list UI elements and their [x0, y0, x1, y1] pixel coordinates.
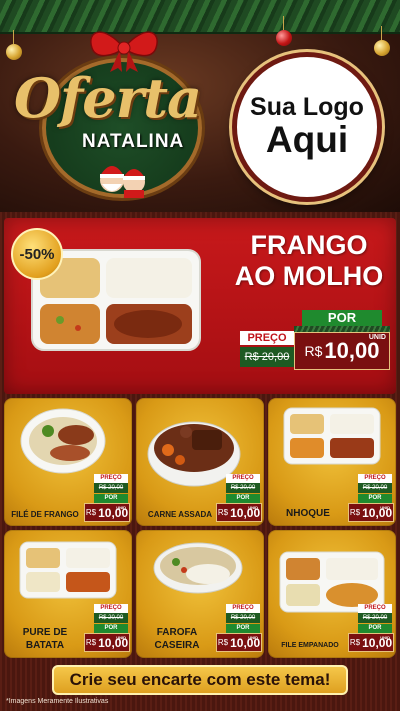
- dish-image: [20, 408, 106, 474]
- dish-image: [283, 407, 381, 465]
- product-name: PURE DE BATATA: [10, 626, 80, 652]
- header-banner: Oferta NATALINA Sua Logo Aqui: [0, 0, 400, 212]
- logo-text-line1: Sua Logo: [250, 92, 364, 121]
- por-label: POR: [94, 494, 128, 503]
- currency-symbol: R$: [349, 638, 361, 647]
- pine-garland: [0, 0, 400, 34]
- oferta-title: Oferta: [14, 66, 202, 130]
- unit-label: UNID: [248, 505, 258, 510]
- product-name: FILE EMPANADO: [281, 642, 339, 649]
- old-price: R$ 20,00: [94, 483, 128, 493]
- new-price: R$ 10,00 UNID: [216, 503, 262, 522]
- unit-label: UNID: [368, 334, 386, 341]
- discount-badge: -50%: [11, 228, 63, 280]
- unit-label: UNID: [116, 505, 126, 510]
- por-label: POR: [94, 624, 128, 633]
- featured-title-line2: AO MOLHO: [234, 261, 384, 291]
- old-price: R$ 20,00: [358, 483, 392, 493]
- old-price: R$ 20,00: [226, 483, 260, 493]
- product-name: FAROFA CASEIRA: [142, 626, 212, 652]
- red-bow-icon: [90, 31, 158, 72]
- preco-label: PREÇO: [358, 474, 392, 483]
- currency-symbol: R$: [85, 508, 97, 517]
- por-label: POR: [302, 310, 382, 326]
- ornament-icon: [276, 16, 292, 46]
- product-name: CARNE ASSADA: [147, 510, 213, 519]
- por-label: POR: [358, 494, 392, 503]
- currency-symbol: R$: [304, 343, 323, 359]
- ornament-icon: [6, 30, 22, 60]
- price-value: 10,00: [324, 338, 380, 363]
- new-price: R$ 10,00 UNID: [348, 503, 394, 522]
- product-name: NHOQUE: [286, 508, 330, 519]
- old-price: R$ 20,00: [240, 347, 294, 367]
- product-name-line2: BATATA: [25, 640, 65, 651]
- currency-symbol: R$: [349, 508, 361, 517]
- unit-label: UNID: [116, 635, 126, 640]
- unit-label: UNID: [248, 635, 258, 640]
- new-price: R$ 10,00 UNID: [216, 633, 262, 652]
- product-name: FILÉ DE FRANGO: [11, 510, 79, 519]
- unit-label: UNID: [380, 635, 390, 640]
- new-price: R$ 10,00 UNID: [84, 633, 130, 652]
- product-name-line1: PURE DE: [22, 627, 68, 638]
- old-price: R$ 20,00: [358, 613, 392, 623]
- preco-label: PREÇO: [94, 474, 128, 483]
- santa-couple-icon: [100, 166, 145, 198]
- new-price: R$ 10,00 UNID: [294, 332, 390, 370]
- preco-label: PREÇO: [226, 604, 260, 613]
- featured-title: FRANGO AO MOLHO: [234, 230, 384, 292]
- new-price: R$ 10,00 UNID: [84, 503, 130, 522]
- logo-text-line2: Aqui: [265, 119, 349, 161]
- ornament-icon: [374, 26, 390, 56]
- old-price: R$ 20,00: [94, 613, 128, 623]
- cta-button[interactable]: Crie seu encarte com este tema!: [52, 665, 348, 695]
- dish-image: [19, 541, 117, 599]
- product-name-line2: CASEIRA: [154, 640, 200, 651]
- preco-label: PREÇO: [94, 604, 128, 613]
- preco-label: PREÇO: [358, 604, 392, 613]
- por-label: POR: [226, 624, 260, 633]
- featured-title-line1: FRANGO: [250, 230, 368, 260]
- disclaimer-text: *Imagens Meramente Ilustrativas: [6, 698, 109, 705]
- new-price: R$ 10,00 UNID: [348, 633, 394, 652]
- preco-label: PREÇO: [240, 331, 294, 345]
- unit-label: UNID: [380, 505, 390, 510]
- currency-symbol: R$: [217, 508, 229, 517]
- por-label: POR: [358, 624, 392, 633]
- dish-image: [153, 542, 243, 594]
- preco-label: PREÇO: [226, 474, 260, 483]
- old-price: R$ 20,00: [226, 613, 260, 623]
- logo-placeholder[interactable]: Sua Logo Aqui: [232, 52, 382, 202]
- por-label: POR: [226, 494, 260, 503]
- currency-symbol: R$: [85, 638, 97, 647]
- natalina-subtitle: NATALINA: [82, 131, 185, 152]
- currency-symbol: R$: [217, 638, 229, 647]
- product-name-line1: FAROFA: [156, 627, 198, 638]
